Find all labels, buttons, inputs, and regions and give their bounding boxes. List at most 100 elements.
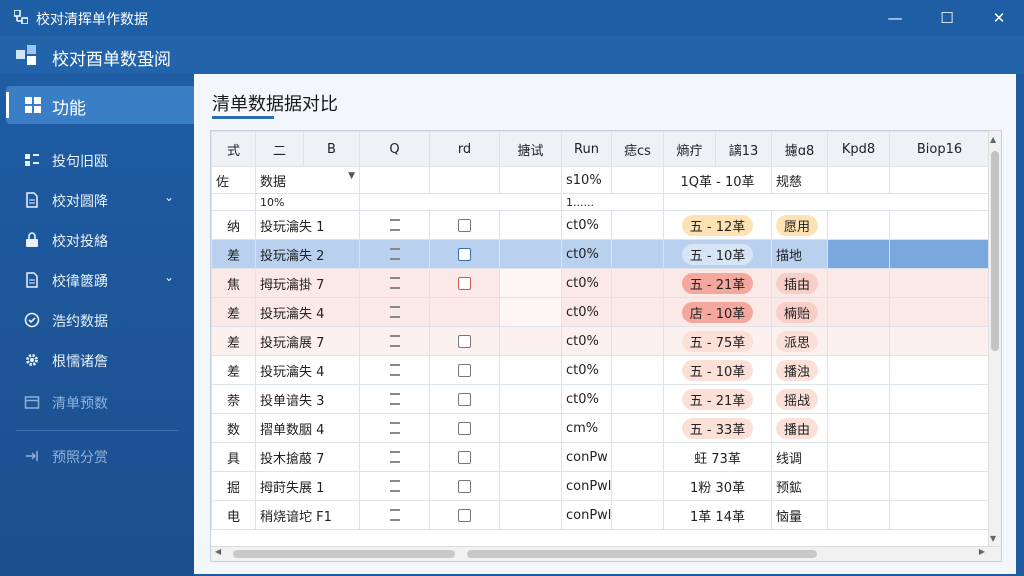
- row-tag-cell[interactable]: 派思: [771, 326, 828, 356]
- table-row[interactable]: 差投玩瀹展 7 ct0% 五 - 75革 派思: [211, 326, 990, 356]
- scroll-thumb[interactable]: [467, 550, 817, 558]
- column-header[interactable]: rd: [429, 131, 500, 167]
- row-checkbox-cell[interactable]: [429, 268, 500, 298]
- sidebar-item-functions[interactable]: 功能: [6, 86, 194, 124]
- row-handle-cell[interactable]: [359, 413, 430, 443]
- sidebar-item-3[interactable]: 校对投絡: [0, 224, 194, 256]
- row-checkbox-cell[interactable]: [429, 471, 500, 501]
- chevron-down-icon[interactable]: ⌄: [164, 190, 174, 204]
- row-checkbox-cell[interactable]: [429, 239, 500, 269]
- minimize-button[interactable]: —: [880, 6, 910, 30]
- drag-handle-icon[interactable]: [389, 277, 400, 289]
- row-name-cell[interactable]: 拇玩瀹掛 7: [255, 268, 360, 298]
- column-header[interactable]: 式: [211, 131, 256, 167]
- row-tag-cell[interactable]: 楠贻: [771, 297, 828, 327]
- row-handle-cell[interactable]: [359, 471, 430, 501]
- row-checkbox[interactable]: [458, 392, 471, 406]
- row-checkbox-cell[interactable]: [429, 384, 500, 414]
- drag-handle-icon[interactable]: [389, 422, 400, 434]
- drag-handle-icon[interactable]: [389, 306, 400, 318]
- row-name-cell[interactable]: 投木搶蒑 7: [255, 442, 360, 472]
- row-name-cell[interactable]: 投玩瀹失 2: [255, 239, 360, 269]
- row-name-cell[interactable]: 投玩瀹失 4: [255, 355, 360, 385]
- sidebar-item-7[interactable]: 清单预数: [0, 386, 194, 418]
- table-row[interactable]: 差投玩瀹失 4 ct0% 五 - 10革 播浊: [211, 355, 990, 385]
- row-checkbox-cell[interactable]: [429, 297, 500, 327]
- row-name-cell[interactable]: 投单谙失 3: [255, 384, 360, 414]
- table-row[interactable]: 具投木搶蒑 7 conPw 蚟 73革 线调: [211, 442, 990, 472]
- row-tag-cell[interactable]: 预鉱: [771, 471, 828, 501]
- column-header[interactable]: Biop16: [889, 131, 990, 167]
- row-checkbox[interactable]: [458, 421, 471, 435]
- row-checkbox[interactable]: [458, 479, 471, 493]
- vertical-scrollbar[interactable]: ▲ ▼: [988, 131, 1001, 561]
- row-name-cell[interactable]: 投玩瀹失 4: [255, 297, 360, 327]
- drag-handle-icon[interactable]: [389, 393, 400, 405]
- close-button[interactable]: ✕: [984, 6, 1014, 30]
- table-row[interactable]: 电稍烧谙坨 F1 conPwl 1革 14革 恼量: [211, 500, 990, 530]
- column-header[interactable]: 謧13: [715, 131, 772, 167]
- column-header[interactable]: 二: [255, 131, 304, 167]
- column-header[interactable]: Q: [359, 131, 430, 167]
- row-handle-cell[interactable]: [359, 355, 430, 385]
- table-row[interactable]: 纳投玩瀹失 1 ct0% 五 - 12革 愿用: [211, 210, 990, 240]
- row-checkbox[interactable]: [458, 276, 471, 290]
- column-header[interactable]: Kpd8: [827, 131, 890, 167]
- column-header[interactable]: Run: [561, 131, 612, 167]
- row-checkbox-cell[interactable]: [429, 355, 500, 385]
- row-tag-cell[interactable]: 播由: [771, 413, 828, 443]
- row-tag-cell[interactable]: 描地: [771, 239, 828, 269]
- row-handle-cell[interactable]: [359, 210, 430, 240]
- row-handle-cell[interactable]: [359, 297, 430, 327]
- drag-handle-icon[interactable]: [389, 451, 400, 463]
- table-row[interactable]: 掘拇莳失展 1 conPwl 1粉 30革 预鉱: [211, 471, 990, 501]
- sidebar-item-6[interactable]: 根懦诸詹: [0, 344, 194, 376]
- filter-dropdown[interactable]: 数据 ▼: [255, 166, 360, 194]
- row-checkbox[interactable]: [458, 450, 471, 464]
- maximize-button[interactable]: ☐: [932, 6, 962, 30]
- drag-handle-icon[interactable]: [389, 219, 400, 231]
- drag-handle-icon[interactable]: [389, 480, 400, 492]
- drag-handle-icon[interactable]: [389, 509, 400, 521]
- row-checkbox-cell[interactable]: [429, 326, 500, 356]
- row-name-cell[interactable]: 摺单数胭 4: [255, 413, 360, 443]
- filter-type-cell[interactable]: 佐: [211, 166, 256, 194]
- sidebar-item-8[interactable]: 预照分赏: [0, 440, 194, 472]
- scroll-thumb[interactable]: [991, 151, 999, 351]
- scroll-down-icon[interactable]: ▼: [990, 534, 996, 543]
- row-name-cell[interactable]: 稍烧谙坨 F1: [255, 500, 360, 530]
- row-checkbox-cell[interactable]: [429, 500, 500, 530]
- sidebar-item-4[interactable]: 校徫篋踴 ⌄: [0, 264, 194, 296]
- row-checkbox[interactable]: [458, 334, 471, 348]
- row-name-cell[interactable]: 拇莳失展 1: [255, 471, 360, 501]
- column-header[interactable]: 痣cs: [611, 131, 664, 167]
- row-checkbox[interactable]: [458, 508, 471, 522]
- row-tag-cell[interactable]: 插由: [771, 268, 828, 298]
- drag-handle-icon[interactable]: [389, 364, 400, 376]
- scroll-thumb[interactable]: [233, 550, 455, 558]
- row-checkbox-cell[interactable]: [429, 210, 500, 240]
- row-checkbox-cell[interactable]: [429, 413, 500, 443]
- horizontal-scrollbar[interactable]: ◀ ▶: [211, 546, 1001, 561]
- column-header[interactable]: 攄ɑ8: [771, 131, 828, 167]
- scroll-left-icon[interactable]: ◀: [215, 547, 221, 556]
- row-tag-cell[interactable]: 线调: [771, 442, 828, 472]
- table-row[interactable]: 萘投单谙失 3 ct0% 五 - 21革 摇战: [211, 384, 990, 414]
- row-name-cell[interactable]: 投玩瀹展 7: [255, 326, 360, 356]
- row-checkbox-cell[interactable]: [429, 442, 500, 472]
- column-header[interactable]: B: [303, 131, 360, 167]
- filter-tag[interactable]: 规慈: [771, 166, 828, 194]
- row-handle-cell[interactable]: [359, 326, 430, 356]
- row-tag-cell[interactable]: 摇战: [771, 384, 828, 414]
- chevron-down-icon[interactable]: ⌄: [164, 270, 174, 284]
- scroll-up-icon[interactable]: ▲: [990, 135, 996, 144]
- row-handle-cell[interactable]: [359, 268, 430, 298]
- row-handle-cell[interactable]: [359, 442, 430, 472]
- table-row[interactable]: 差投玩瀹失 4 ct0% 店 - 10革 楠贻: [211, 297, 990, 327]
- row-checkbox[interactable]: [458, 363, 471, 377]
- row-tag-cell[interactable]: 恼量: [771, 500, 828, 530]
- column-header[interactable]: 熵疔: [663, 131, 716, 167]
- row-handle-cell[interactable]: [359, 500, 430, 530]
- table-row[interactable]: 差投玩瀹失 2 ct0% 五 - 10革 描地: [211, 239, 990, 269]
- sidebar-item-1[interactable]: 投句旧瓯: [0, 144, 194, 176]
